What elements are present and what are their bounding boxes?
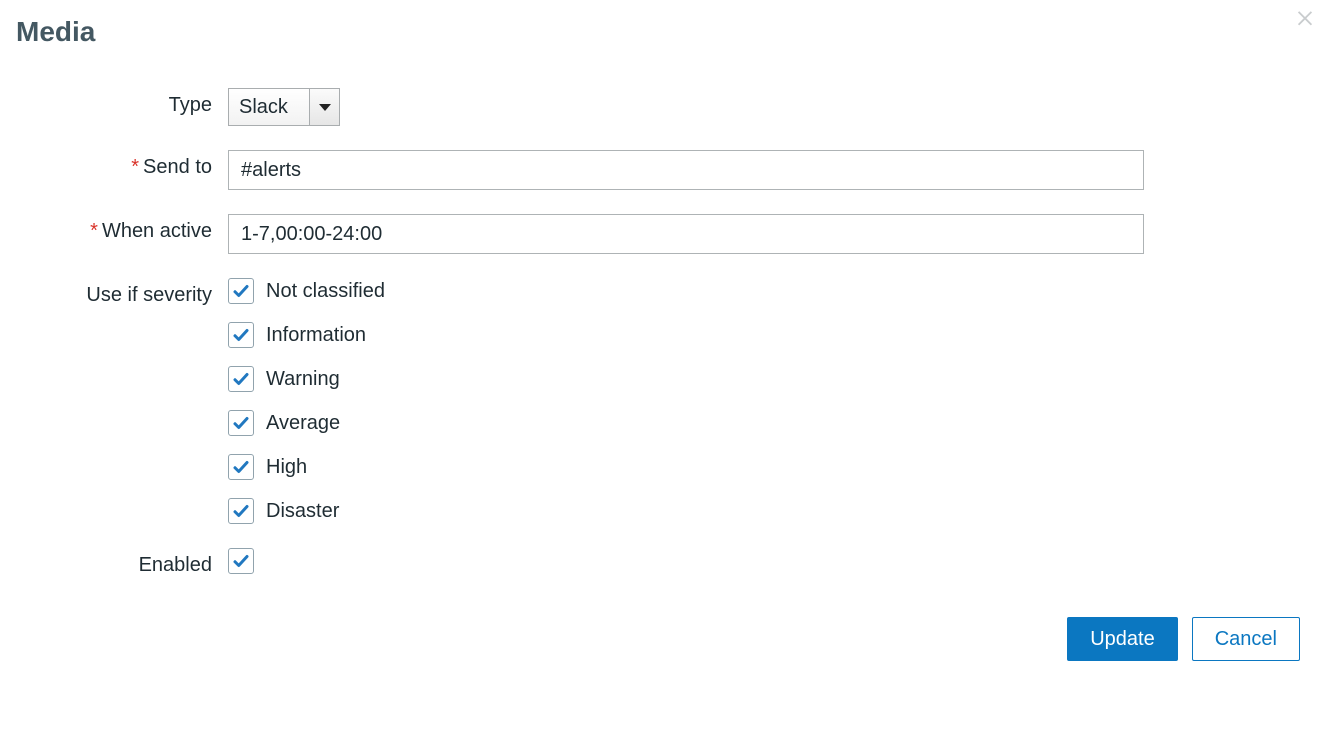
check-icon: [232, 282, 250, 300]
severity-label: Disaster: [266, 500, 339, 523]
enabled-checkbox[interactable]: [228, 548, 254, 574]
label-send-to: *Send to: [16, 150, 228, 179]
check-icon: [232, 552, 250, 570]
media-form: Type Slack *Send to *When active Use if: [16, 88, 1312, 661]
check-icon: [232, 458, 250, 476]
severity-checkbox-information[interactable]: [228, 322, 254, 348]
row-use-if-severity: Use if severity Not classified Informati…: [16, 278, 1312, 524]
severity-label: Average: [266, 412, 340, 435]
severity-checkbox-average[interactable]: [228, 410, 254, 436]
severity-label: Information: [266, 324, 366, 347]
row-when-active: *When active: [16, 214, 1312, 254]
chevron-down-icon: [319, 104, 331, 111]
severity-checkbox-disaster[interactable]: [228, 498, 254, 524]
severity-item-warning: Warning: [228, 366, 1144, 392]
label-when-active: *When active: [16, 214, 228, 243]
label-enabled: Enabled: [16, 548, 228, 577]
when-active-input[interactable]: [228, 214, 1144, 254]
check-icon: [232, 502, 250, 520]
label-type: Type: [16, 88, 228, 117]
label-use-if-severity: Use if severity: [16, 278, 228, 307]
update-button[interactable]: Update: [1067, 617, 1178, 661]
check-icon: [232, 370, 250, 388]
severity-label: High: [266, 456, 307, 479]
page-title: Media: [16, 16, 1312, 48]
cancel-button[interactable]: Cancel: [1192, 617, 1300, 661]
type-select-value: Slack: [229, 96, 309, 119]
severity-group: Not classified Information Warning: [228, 278, 1144, 524]
required-marker: *: [90, 220, 98, 242]
row-enabled: Enabled: [16, 548, 1312, 577]
type-select-button[interactable]: [309, 89, 339, 125]
required-marker: *: [131, 156, 139, 178]
row-send-to: *Send to: [16, 150, 1312, 190]
severity-item-average: Average: [228, 410, 1144, 436]
row-type: Type Slack: [16, 88, 1312, 126]
severity-item-disaster: Disaster: [228, 498, 1144, 524]
severity-item-not-classified: Not classified: [228, 278, 1144, 304]
button-row: Update Cancel: [16, 617, 1312, 661]
severity-checkbox-high[interactable]: [228, 454, 254, 480]
label-when-active-text: When active: [102, 220, 212, 242]
severity-item-information: Information: [228, 322, 1144, 348]
severity-label: Not classified: [266, 280, 385, 303]
severity-checkbox-not-classified[interactable]: [228, 278, 254, 304]
severity-item-high: High: [228, 454, 1144, 480]
check-icon: [232, 414, 250, 432]
label-send-to-text: Send to: [143, 156, 212, 178]
close-icon[interactable]: [1294, 6, 1316, 28]
type-select[interactable]: Slack: [228, 88, 340, 126]
severity-label: Warning: [266, 368, 340, 391]
send-to-input[interactable]: [228, 150, 1144, 190]
severity-checkbox-warning[interactable]: [228, 366, 254, 392]
check-icon: [232, 326, 250, 344]
